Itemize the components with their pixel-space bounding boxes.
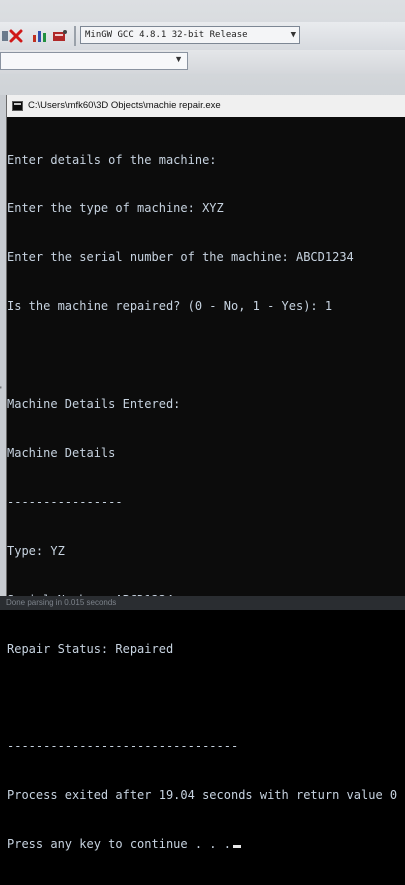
scope-toolbar: ▼ (0, 50, 405, 74)
console-line: Enter details of the machine: (7, 152, 217, 167)
chart-icon[interactable] (32, 28, 48, 44)
console-line: Enter the type of machine: XYZ (7, 201, 224, 216)
console-line: Repair Status: Repaired (7, 641, 174, 656)
console-titlebar[interactable]: C:\Users\mfk60\3D Objects\machie repair.… (7, 95, 405, 117)
console-line: -------------------------------- (7, 739, 239, 754)
console-line: Process exited after 19.04 seconds with … (7, 788, 398, 803)
scope-select[interactable]: ▼ (0, 52, 188, 70)
compiler-select-value: MinGW GCC 4.8.1 32-bit Release (85, 30, 248, 40)
toolbar-separator (74, 26, 76, 46)
console-line: Is the machine repaired? (0 - No, 1 - Ye… (7, 299, 333, 314)
console-prompt-line: Press any key to continue . . . (7, 836, 405, 852)
console-line: Press any key to continue . . . (7, 837, 231, 852)
debug-icon[interactable] (52, 28, 68, 44)
console-app-icon (12, 101, 23, 111)
left-panel-glyph: ' (0, 385, 2, 395)
compiler-select[interactable]: MinGW GCC 4.8.1 32-bit Release ▼ (80, 26, 300, 44)
console-line: ---------------- (7, 494, 123, 509)
console-output: Enter details of the machine: Enter the … (7, 119, 405, 851)
console-line: Machine Details Entered: (7, 397, 181, 412)
close-red-x-icon[interactable] (8, 28, 24, 44)
compiler-toolbar: MinGW GCC 4.8.1 32-bit Release ▼ (0, 22, 405, 50)
dropdown-arrow-icon: ▼ (290, 30, 296, 40)
text-cursor (232, 845, 241, 849)
dropdown-arrow-icon: ▼ (174, 54, 183, 64)
ide-window: MinGW GCC 4.8.1 32-bit Release ▼ ▼ (0, 0, 405, 98)
console-window-title: C:\Users\mfk60\3D Objects\machie repair.… (28, 100, 221, 111)
console-line: Enter the serial number of the machine: … (7, 250, 354, 265)
console-window[interactable]: C:\Users\mfk60\3D Objects\machie repair.… (6, 95, 405, 851)
console-line: Type: YZ (7, 543, 65, 558)
console-line: Machine Details (7, 445, 116, 460)
status-text: Done parsing in 0.015 seconds (6, 598, 117, 607)
ide-status-bar: Done parsing in 0.015 seconds (0, 596, 405, 610)
